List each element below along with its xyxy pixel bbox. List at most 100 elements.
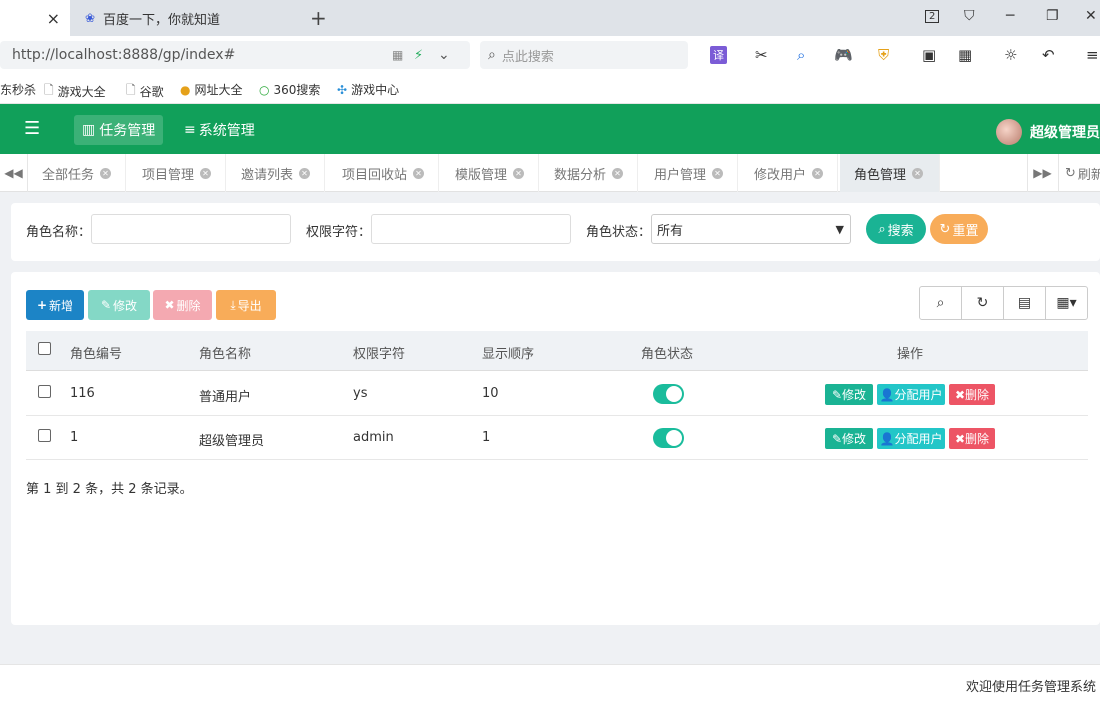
add-button[interactable]: + 新增 <box>26 290 84 320</box>
lightning-icon[interactable]: ⚡ <box>414 48 423 63</box>
tab-role-management[interactable]: 角色管理 ✕ <box>840 154 940 192</box>
row-delete-button[interactable]: ✖ 删除 <box>949 384 995 405</box>
status-toggle[interactable] <box>653 384 684 404</box>
bookmark-item[interactable]: ● 网址大全 <box>180 81 243 98</box>
nav-task-management[interactable]: ▥ 任务管理 <box>74 115 164 145</box>
tab-data-analysis[interactable]: 数据分析 ✕ <box>540 154 639 192</box>
translate-icon[interactable]: 译 <box>710 46 727 64</box>
chevron-down-icon[interactable]: ⌄ <box>438 47 450 63</box>
search-icon: ⌕ <box>488 47 496 63</box>
baidu-paw-icon: ❀ <box>84 11 96 25</box>
edit-button[interactable]: ✎ 修改 <box>88 290 150 320</box>
card-view-icon[interactable]: ▤ <box>1004 287 1046 319</box>
cell-role-name: 超级管理员 <box>199 434 265 449</box>
shirt-icon[interactable]: ⛉ <box>964 8 975 24</box>
browser-search-box[interactable]: ⌕ 点此搜索 <box>480 41 688 69</box>
url-bar[interactable]: http://localhost:8888/gp/index# ▦ ⚡ ⌄ <box>0 41 470 69</box>
address-toolbar: http://localhost:8888/gp/index# ▦ ⚡ ⌄ ⌕ … <box>0 36 1100 74</box>
restore-button[interactable]: ❐ <box>1046 8 1059 24</box>
find-icon[interactable]: ⌕ <box>797 46 805 64</box>
close-icon[interactable]: ✕ <box>812 167 824 179</box>
row-edit-button[interactable]: ✎ 修改 <box>825 428 873 449</box>
refresh-icon: ↻ <box>1065 165 1076 181</box>
bookmark-item[interactable]: ✣ 游戏中心 <box>337 81 399 98</box>
role-key-input[interactable] <box>371 214 571 244</box>
tab-user-management[interactable]: 用户管理 ✕ <box>640 154 739 192</box>
tabs-left-arrow-icon[interactable]: ◀◀ <box>0 154 28 192</box>
minimize-button[interactable]: ─ <box>1006 8 1014 24</box>
browser-menu-icon[interactable]: ≡ <box>1086 46 1099 64</box>
bookmark-item[interactable]: 东秒杀 <box>0 81 36 98</box>
refresh-icon[interactable]: ↻ <box>962 287 1004 319</box>
tabs-right-arrow-icon[interactable]: ▶▶ <box>1027 154 1057 192</box>
cell-role-key: ys <box>353 386 368 401</box>
close-icon[interactable]: ✕ <box>413 167 425 179</box>
close-icon[interactable]: ✕ <box>100 167 112 179</box>
row-edit-button[interactable]: ✎ 修改 <box>825 384 873 405</box>
remove-icon: ✖ <box>954 387 966 402</box>
delete-button[interactable]: ✖ 删除 <box>153 290 212 320</box>
row-checkbox[interactable] <box>38 429 51 442</box>
user-name[interactable]: 超级管理员 <box>1030 122 1100 142</box>
role-status-select[interactable]: 所有 ▼ <box>651 214 851 244</box>
nav-system-management[interactable]: ≡ 系统管理 <box>184 115 255 145</box>
table-tool-group: ⌕ ↻ ▤ ▦▾ <box>919 286 1088 320</box>
brightness-icon[interactable]: ☼ <box>1004 46 1017 64</box>
close-icon[interactable]: ✕ <box>513 167 525 179</box>
cell-sort-order: 1 <box>482 430 491 445</box>
close-icon[interactable]: ✕ <box>712 167 724 179</box>
tab-project-management[interactable]: 项目管理 ✕ <box>128 154 227 192</box>
row-delete-button[interactable]: ✖ 删除 <box>949 428 995 449</box>
list-icon: ≡ <box>184 122 196 138</box>
gamepad-icon[interactable]: 🎮 <box>834 46 853 64</box>
qr-code-icon[interactable]: ▦ <box>392 48 403 62</box>
tab-invite-list[interactable]: 邀请列表 ✕ <box>227 154 326 192</box>
close-icon[interactable]: ✕ <box>912 167 924 179</box>
status-toggle[interactable] <box>653 428 684 448</box>
bookmark-item[interactable]: 🗋 谷歌 <box>126 81 164 102</box>
download-icon: ⤓ <box>230 297 236 312</box>
search-placeholder: 点此搜索 <box>501 49 554 65</box>
search-button[interactable]: ⌕ 搜索 <box>866 214 926 244</box>
reset-button[interactable]: ↻ 重置 <box>930 214 988 244</box>
page-icon: 🗋 <box>126 83 136 97</box>
close-window-button[interactable]: ✕ <box>1085 8 1097 24</box>
shield-icon[interactable]: ⛨ <box>878 46 889 64</box>
refresh-tab-button[interactable]: ↻ 刷新 <box>1058 154 1100 192</box>
export-button[interactable]: ⤓ 导出 <box>216 290 276 320</box>
select-all-checkbox[interactable] <box>38 342 51 355</box>
scissors-icon[interactable]: ✂ <box>755 46 768 64</box>
tab-template-management[interactable]: 模版管理 ✕ <box>441 154 540 192</box>
header-actions: 操作 <box>897 347 924 362</box>
new-tab-button[interactable]: + <box>310 6 327 30</box>
sidebar-toggle-icon[interactable]: ☰ <box>24 118 40 139</box>
bookmark-item[interactable]: ○ 360搜索 <box>259 81 320 98</box>
tab-count-badge[interactable]: 2 <box>925 10 940 23</box>
close-icon[interactable]: ✕ <box>612 167 624 179</box>
user-icon: 👤 <box>879 387 895 402</box>
apps-grid-icon[interactable]: ▦ <box>958 46 972 64</box>
cell-role-name: 普通用户 <box>199 390 252 405</box>
remove-icon: ✖ <box>164 298 175 312</box>
close-tab-icon[interactable]: × <box>47 9 60 28</box>
avatar[interactable] <box>996 119 1022 145</box>
reader-icon[interactable]: ▣ <box>922 46 936 64</box>
header-sort-order: 显示顺序 <box>482 347 535 362</box>
tab-all-tasks[interactable]: 全部任务 ✕ <box>28 154 127 192</box>
search-toggle-icon[interactable]: ⌕ <box>920 287 962 319</box>
bookmark-item[interactable]: 🗋 游戏大全 <box>44 81 106 102</box>
browser-tab-active[interactable]: × <box>0 0 70 36</box>
role-name-input[interactable] <box>91 214 291 244</box>
row-assign-user-button[interactable]: 👤 分配用户 <box>877 428 945 449</box>
row-assign-user-button[interactable]: 👤 分配用户 <box>877 384 945 405</box>
row-checkbox[interactable] <box>38 385 51 398</box>
cell-role-id: 1 <box>70 430 79 445</box>
tab-project-recycle[interactable]: 项目回收站 ✕ <box>328 154 440 192</box>
browser-tab-baidu[interactable]: ❀ 百度一下，你就知道 <box>75 0 300 36</box>
close-icon[interactable]: ✕ <box>299 167 311 179</box>
cell-sort-order: 10 <box>482 386 499 401</box>
columns-icon[interactable]: ▦▾ <box>1046 287 1087 319</box>
undo-icon[interactable]: ↶ <box>1042 46 1055 64</box>
close-icon[interactable]: ✕ <box>200 167 212 179</box>
tab-edit-user[interactable]: 修改用户 ✕ <box>740 154 839 192</box>
